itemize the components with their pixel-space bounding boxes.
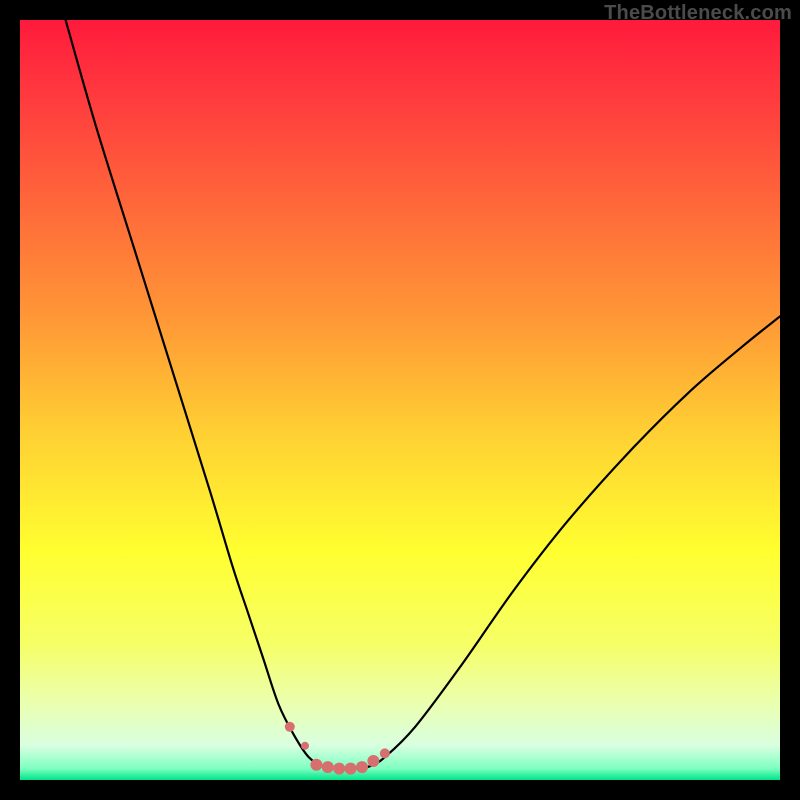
watermark-text: TheBottleneck.com (604, 2, 792, 25)
valley-marker (310, 759, 322, 771)
valley-marker (285, 722, 295, 732)
curve-layer (20, 20, 780, 780)
valley-marker (322, 761, 334, 773)
valley-marker (367, 755, 379, 767)
plot-area (20, 20, 780, 780)
valley-marker (333, 763, 345, 775)
valley-marker (380, 748, 390, 758)
valley-markers (285, 722, 390, 775)
valley-marker (345, 763, 357, 775)
valley-marker (301, 742, 309, 750)
valley-marker (356, 761, 368, 773)
bottleneck-curve (66, 20, 780, 769)
chart-stage: TheBottleneck.com (0, 0, 800, 800)
